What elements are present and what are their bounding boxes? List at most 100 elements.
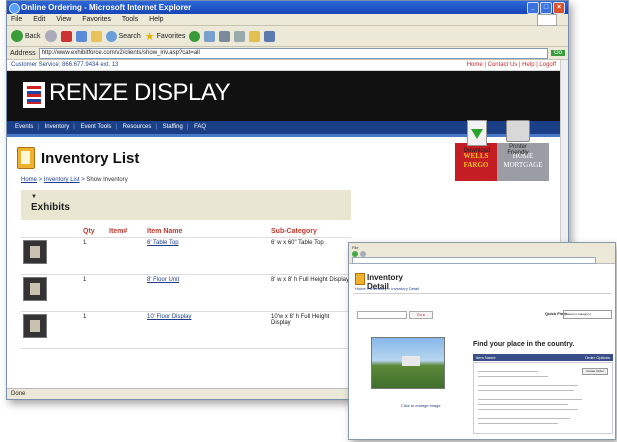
- detail-breadcrumb[interactable]: Home > Inventory > Inventory Detail: [355, 286, 419, 291]
- col-qty: Qty: [81, 226, 107, 238]
- nav-event-tools[interactable]: Event Tools: [81, 124, 112, 130]
- enlarge-image-link[interactable]: Click to enlarge image: [401, 403, 441, 408]
- menu-edit[interactable]: Edit: [33, 16, 45, 23]
- text-line: [478, 423, 558, 424]
- go-button[interactable]: Go: [550, 50, 565, 56]
- search-icon: [105, 30, 117, 42]
- download-icon: [467, 120, 487, 146]
- folder-icon[interactable]: [249, 30, 261, 42]
- col-item-number: Item#: [107, 226, 145, 238]
- customer-service-text: Customer Service: 866.677.9434 ext. 13: [11, 62, 119, 68]
- mail-icon[interactable]: [219, 30, 231, 42]
- table-header-row: Qty Item# Item Name Sub-Category: [21, 226, 351, 238]
- detail-browser-chrome: File: [349, 243, 615, 264]
- minimize-button[interactable]: _: [527, 2, 539, 14]
- printer-icon: [506, 120, 530, 142]
- download-button[interactable]: Download: [463, 120, 491, 154]
- nav-resources[interactable]: Resources: [123, 124, 152, 130]
- detail-go-button[interactable]: Go ▸: [409, 311, 433, 319]
- cell-qty: 1: [81, 237, 107, 275]
- text-line: [478, 376, 548, 377]
- cell-item-number: [107, 237, 145, 275]
- stop-icon[interactable]: [60, 30, 72, 42]
- maximize-button[interactable]: □: [540, 2, 552, 14]
- menu-tools[interactable]: Tools: [122, 16, 138, 23]
- address-bar: Address http://www.exhibitforce.com/v2/c…: [7, 47, 568, 60]
- text-line: [478, 399, 582, 400]
- detail-col-options: Order Options: [584, 355, 610, 360]
- cell-sub-category: 10'w x 8' h Full Height Display: [269, 311, 351, 349]
- detail-col-item: Item Name: [476, 355, 496, 360]
- page-title: Inventory List: [41, 150, 140, 167]
- create-order-button[interactable]: Create Order: [582, 368, 608, 375]
- menu-file[interactable]: File: [11, 16, 22, 23]
- site-banner: RENZE DISPLAY: [7, 71, 568, 121]
- item-thumbnail[interactable]: [23, 314, 47, 338]
- ie-icon: [9, 3, 20, 14]
- top-links[interactable]: Home | Contact Us | Help | Logoff: [467, 60, 556, 70]
- detail-address-input[interactable]: [352, 257, 596, 264]
- print-icon[interactable]: [234, 30, 246, 42]
- breadcrumb-inventory-list[interactable]: Inventory List: [44, 177, 80, 183]
- col-image: [21, 226, 81, 238]
- favorites-button[interactable]: ★ Favorites: [145, 30, 186, 43]
- history-icon[interactable]: [204, 30, 216, 42]
- detail-search-input[interactable]: [357, 311, 407, 319]
- media-icon[interactable]: [189, 30, 201, 42]
- close-button[interactable]: ×: [553, 2, 565, 14]
- menu-favorites[interactable]: Favorites: [82, 16, 111, 23]
- cell-qty: 1: [81, 311, 107, 349]
- nav-events[interactable]: Events: [15, 124, 33, 130]
- detail-divider: [353, 293, 611, 294]
- refresh-icon[interactable]: [75, 30, 87, 42]
- quick-find-select[interactable]: (Select a Category): [563, 310, 612, 319]
- table-row: 1 10' Floor Display 10'w x 8' h Full Hei…: [21, 311, 351, 349]
- menu-help[interactable]: Help: [149, 16, 163, 23]
- detail-table-body: Create Order: [473, 362, 613, 434]
- address-input[interactable]: http://www.exhibitforce.com/v2/clients/s…: [38, 47, 548, 59]
- title-bar: Online Ordering - Microsoft Internet Exp…: [7, 1, 568, 14]
- item-name-link[interactable]: 10' Floor Display: [147, 314, 192, 320]
- inventory-table: Qty Item# Item Name Sub-Category 1 6' Ta…: [21, 226, 351, 349]
- item-thumbnail[interactable]: [23, 277, 47, 301]
- item-image[interactable]: [371, 337, 445, 389]
- breadcrumb-current: Show Inventory: [86, 177, 128, 183]
- nav-staffing[interactable]: Staffing: [163, 124, 183, 130]
- nav-faq[interactable]: FAQ: [194, 124, 206, 130]
- service-bar: Customer Service: 866.677.9434 ext. 13 H…: [7, 60, 568, 71]
- cell-qty: 1: [81, 274, 107, 312]
- menu-bar: File Edit View Favorites Tools Help: [7, 14, 568, 26]
- renze-logo-icon: [23, 82, 45, 108]
- toolbar: Back Search ★ Favorites: [7, 26, 568, 47]
- book-icon: [17, 147, 35, 169]
- section-title: Exhibits: [31, 202, 70, 213]
- text-line: [478, 385, 578, 386]
- back-button[interactable]: Back: [11, 30, 41, 42]
- status-text: Done: [11, 391, 26, 397]
- col-item-name: Item Name: [145, 226, 269, 238]
- star-icon: ★: [144, 30, 155, 43]
- printer-friendly-button[interactable]: Printer Friendly: [504, 120, 532, 156]
- item-thumbnail[interactable]: [23, 240, 47, 264]
- section-header: ▼ Exhibits: [21, 190, 351, 220]
- collapse-arrow-icon[interactable]: ▼: [31, 194, 37, 200]
- menu-view[interactable]: View: [56, 16, 71, 23]
- forward-button[interactable]: [44, 30, 57, 42]
- cell-item-number: [107, 311, 145, 349]
- window-controls: _ □ ×: [527, 2, 565, 14]
- home-icon[interactable]: [90, 30, 102, 42]
- search-button[interactable]: Search: [105, 30, 141, 42]
- text-line: [478, 409, 578, 410]
- breadcrumb-home[interactable]: Home: [21, 177, 37, 183]
- messenger-icon[interactable]: [264, 30, 276, 42]
- detail-book-icon: [355, 273, 365, 285]
- detail-menu-bar[interactable]: File: [352, 245, 358, 250]
- item-name-link[interactable]: 6' Table Top: [147, 240, 179, 246]
- nav-inventory[interactable]: Inventory: [45, 124, 70, 130]
- cell-sub-category: 8' w x 8' h Full Height Display: [269, 274, 351, 312]
- breadcrumb: Home > Inventory List > Show Inventory: [21, 177, 128, 183]
- address-label: Address: [10, 49, 36, 57]
- detail-heading: Find your place in the country.: [473, 341, 575, 348]
- cell-sub-category: 6' w x 60" Table Top: [269, 237, 351, 275]
- item-name-link[interactable]: 8' Floor Unit: [147, 277, 179, 283]
